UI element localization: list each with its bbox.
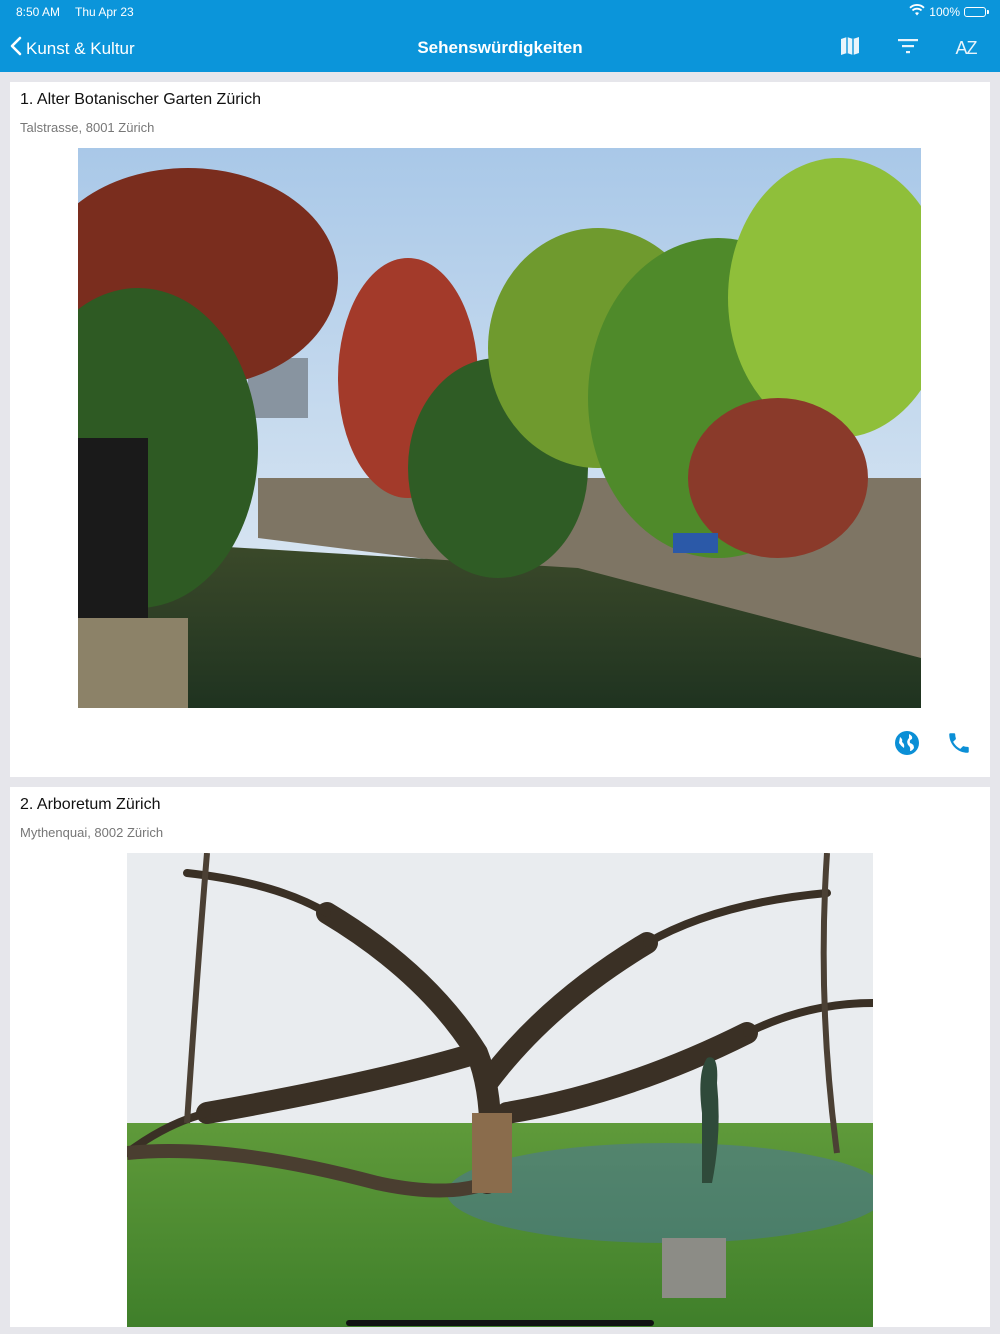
place-photo [78, 148, 921, 708]
place-card[interactable]: 1. Alter Botanischer Garten Zürich Talst… [10, 82, 990, 777]
globe-icon [894, 730, 920, 761]
status-date: Thu Apr 23 [75, 5, 134, 19]
home-indicator[interactable] [346, 1320, 654, 1326]
wifi-icon [909, 4, 925, 19]
map-button[interactable] [836, 34, 864, 62]
place-card[interactable]: 2. Arboretum Zürich Mythenquai, 8002 Zür… [10, 787, 990, 1327]
place-title: 2. Arboretum Zürich [20, 796, 161, 813]
place-photo [127, 853, 873, 1327]
top-bar: 8:50 AM Thu Apr 23 100% Kunst & Kultur S… [0, 0, 1000, 72]
place-title: 1. Alter Botanischer Garten Zürich [20, 91, 261, 108]
website-button[interactable] [892, 730, 922, 760]
battery-icon [964, 6, 989, 17]
nav-actions: AZ [836, 34, 980, 62]
status-bar: 8:50 AM Thu Apr 23 100% [0, 0, 1000, 24]
status-time: 8:50 AM [16, 5, 61, 19]
place-actions [892, 730, 974, 760]
navigation-bar: Kunst & Kultur Sehenswürdigkeiten AZ [0, 24, 1000, 72]
call-button[interactable] [944, 730, 974, 760]
filter-icon [896, 34, 920, 63]
place-address: Talstrasse, 8001 Zürich [20, 120, 155, 135]
status-right: 100% [909, 4, 989, 19]
place-address: Mythenquai, 8002 Zürich [20, 825, 164, 840]
map-icon [838, 34, 862, 63]
filter-button[interactable] [894, 34, 922, 62]
phone-icon [946, 730, 972, 761]
sort-az-icon: AZ [955, 37, 977, 58]
sort-button[interactable]: AZ [952, 34, 980, 62]
battery-percent: 100% [929, 4, 960, 19]
